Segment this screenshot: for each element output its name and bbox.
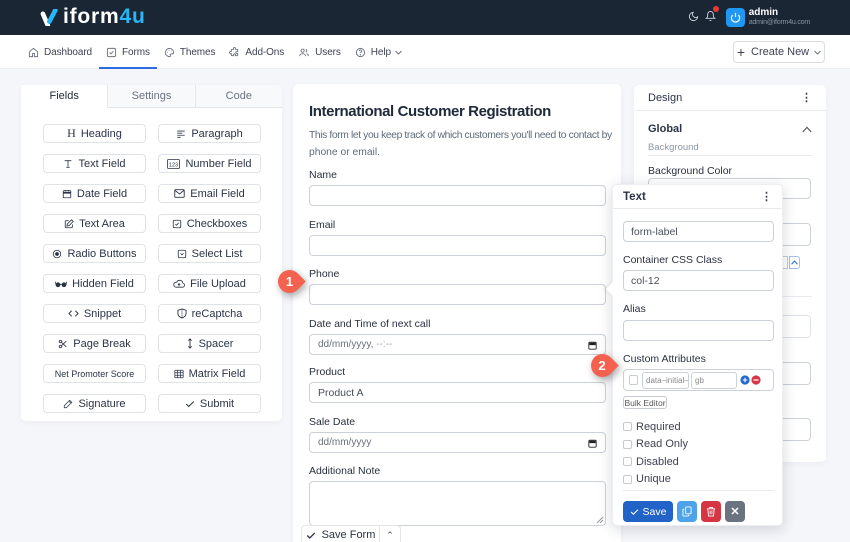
svg-text:123: 123: [169, 162, 178, 168]
